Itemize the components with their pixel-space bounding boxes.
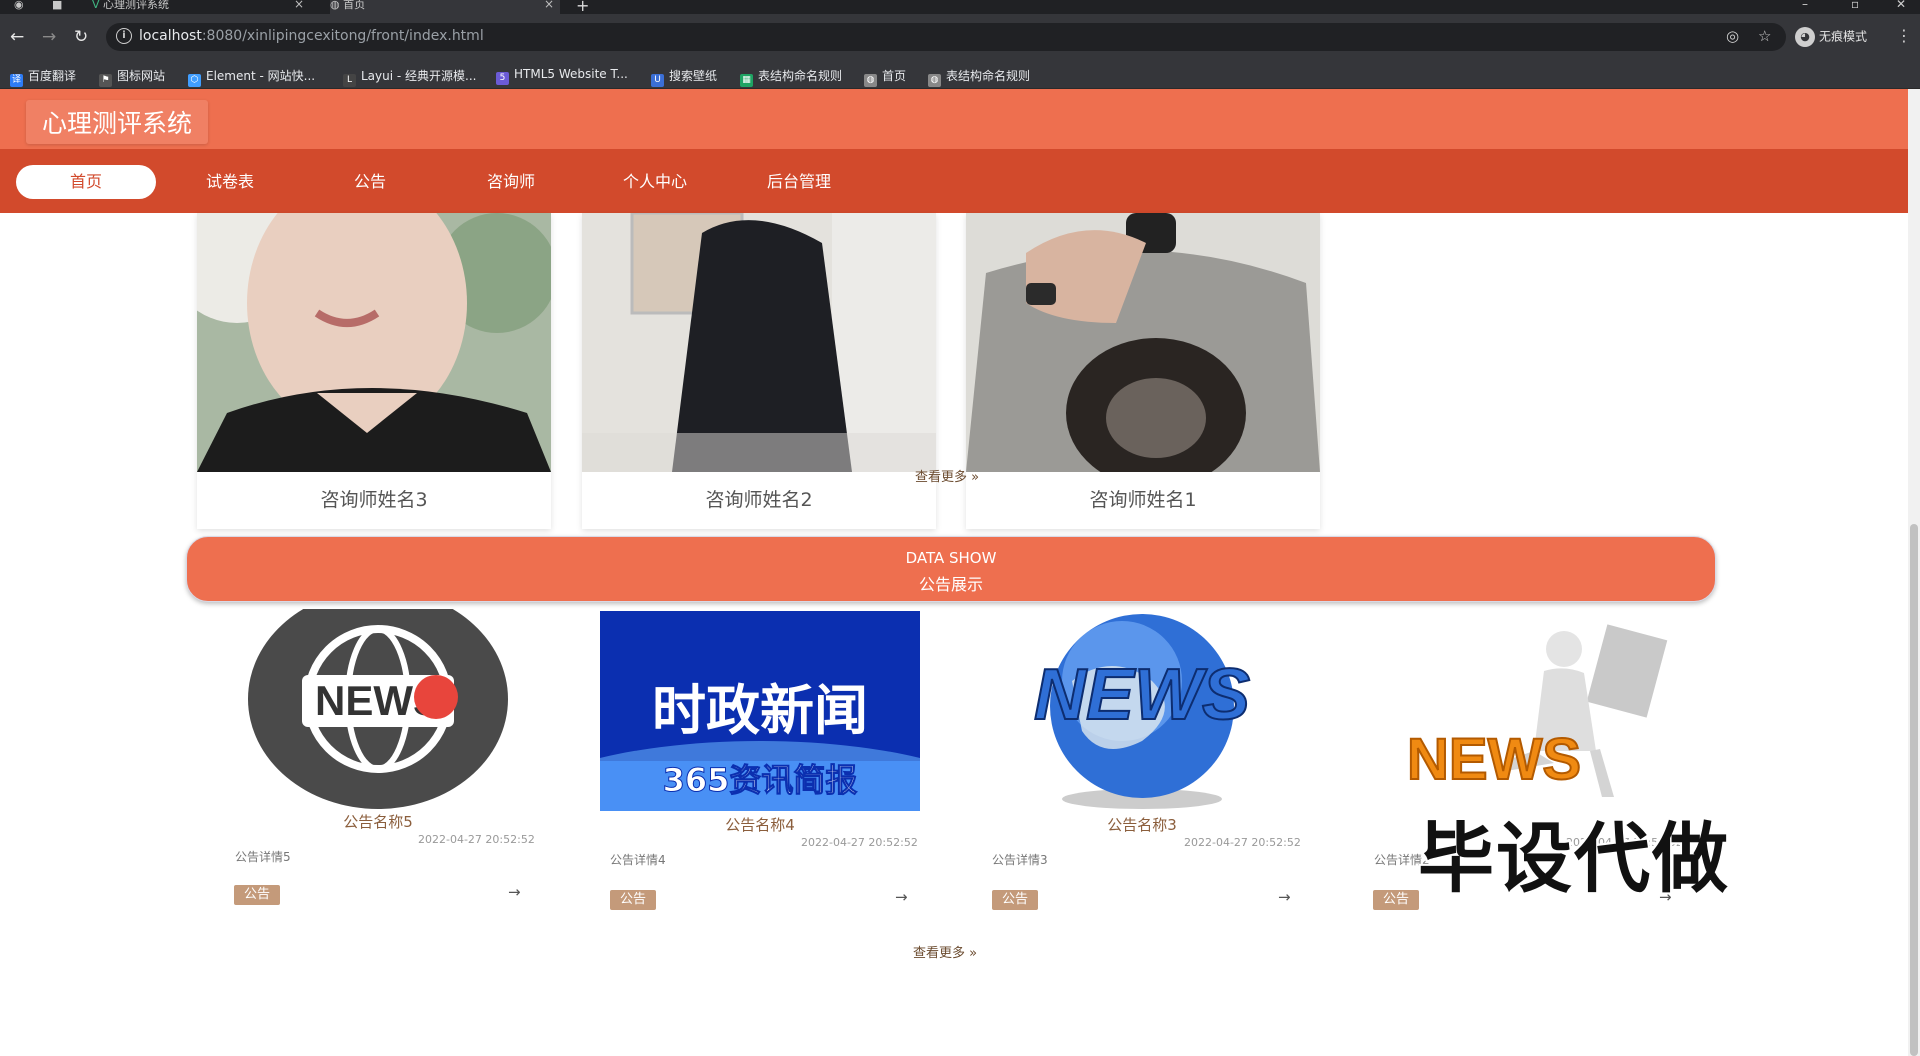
notice-detail: 公告详情3	[992, 853, 1048, 867]
notice-title[interactable]: 公告名称4	[600, 814, 920, 835]
view-more-notices[interactable]: 查看更多 »	[913, 942, 977, 961]
tab-psychology-system[interactable]: V 心理测评系统 ×	[92, 0, 310, 14]
globe-icon: ◍	[928, 74, 941, 87]
site-header: 心理测评系统	[0, 89, 1908, 149]
notice-image[interactable]: 时政新闻 365资讯简报	[600, 611, 920, 811]
tab-title: 首页	[343, 0, 366, 11]
data-show-banner: DATA SHOW 公告展示	[186, 536, 1716, 602]
globe-icon: ◍	[330, 0, 340, 11]
close-icon[interactable]: ×	[544, 0, 554, 10]
flag-icon: ⚑	[99, 74, 112, 87]
forward-button[interactable]: →	[42, 27, 56, 47]
maximize-icon[interactable]: ▫	[1851, 0, 1859, 11]
banner-title-zh: 公告展示	[918, 575, 983, 594]
notice-detail: 公告详情5	[235, 850, 291, 864]
nav-notices[interactable]: 公告	[300, 165, 440, 199]
bookmark-item[interactable]: ◍ 表结构命名规则	[928, 67, 1030, 87]
address-bar: ← → ↻ i localhost:8080/xinlipingcexitong…	[0, 14, 1920, 61]
page-scrollbar[interactable]	[1908, 89, 1920, 1056]
tab-icon[interactable]: ■	[52, 0, 68, 14]
bookmark-item[interactable]: 5 HTML5 Website T...	[496, 67, 628, 85]
bookmark-item[interactable]: U 搜索壁纸	[651, 67, 717, 87]
vue-icon: V	[92, 0, 100, 11]
counselor-photo[interactable]	[966, 213, 1320, 472]
notice-date: 2022-04-27 20:52:52	[418, 833, 535, 846]
notice-image[interactable]: NEWS	[1364, 611, 1684, 811]
notice-date: 2022-04-27 20:52:52	[1184, 836, 1301, 849]
notice-image[interactable]: NEWS	[982, 611, 1302, 811]
bookmark-item[interactable]: ⚑ 图标网站	[99, 67, 165, 87]
tab-home[interactable]: ◍ 首页 ×	[330, 0, 560, 14]
close-window-icon[interactable]: ✕	[1896, 0, 1906, 11]
tab-title: 心理测评系统	[103, 0, 170, 11]
view-more-counselors[interactable]: 查看更多 »	[915, 466, 979, 485]
html5-icon: 5	[496, 72, 509, 85]
notice-title[interactable]: 公告名称5	[218, 811, 538, 832]
counselor-card[interactable]: 咨询师姓名3	[197, 213, 551, 529]
site-nav: 首页 试卷表 公告 咨询师 个人中心 后台管理	[0, 149, 1908, 213]
nav-admin[interactable]: 后台管理	[729, 165, 869, 199]
counselor-name[interactable]: 咨询师姓名1	[966, 472, 1320, 529]
reload-button[interactable]: ↻	[74, 27, 88, 47]
watermark-overlay: 毕设代做	[1418, 814, 1730, 903]
new-tab-button[interactable]: +	[576, 0, 589, 15]
eye-off-icon[interactable]: ◎	[1726, 27, 1739, 45]
notice-image-subline: 365资讯简报	[663, 761, 858, 799]
wallpaper-icon: U	[651, 74, 664, 87]
back-button[interactable]: ←	[10, 27, 24, 47]
news-logo-text: NEWS	[1407, 727, 1581, 792]
star-icon[interactable]: ☆	[1758, 27, 1771, 45]
arrow-right-icon[interactable]: →	[1278, 888, 1291, 906]
counselor-card[interactable]: 咨询师姓名1	[966, 213, 1320, 529]
notice-title[interactable]: 公告名称3	[982, 814, 1302, 835]
notice-tag: 公告	[234, 885, 280, 905]
banner-title-en: DATA SHOW	[905, 549, 997, 567]
notice-tag: 公告	[610, 890, 656, 910]
counselor-name[interactable]: 咨询师姓名3	[197, 472, 551, 529]
counselor-card[interactable]: 咨询师姓名2	[582, 213, 936, 529]
browser-tabstrip: ◉ ■ V 心理测评系统 × ◍ 首页 × + – ▫ ✕	[0, 0, 1920, 15]
menu-icon[interactable]: ⋮	[1896, 26, 1912, 45]
incognito-icon: ◕	[1795, 27, 1815, 47]
incognito-indicator[interactable]: ◕ 无痕模式	[1795, 27, 1867, 47]
notice-date: 2022-04-27 20:52:52	[801, 836, 918, 849]
counselor-name[interactable]: 咨询师姓名2	[582, 472, 936, 529]
notice-tag: 公告	[992, 890, 1038, 910]
scrollbar-thumb[interactable]	[1910, 524, 1918, 1056]
bookmark-item[interactable]: ▦ 表结构命名规则	[740, 67, 842, 87]
nav-personal-center[interactable]: 个人中心	[585, 165, 725, 199]
site-title: 心理测评系统	[26, 100, 209, 144]
chrome-logo-icon: ◉	[14, 0, 24, 11]
layui-icon: L	[343, 74, 356, 87]
arrow-right-icon[interactable]: →	[508, 883, 521, 901]
bookmark-item[interactable]: 译百度翻译	[10, 67, 76, 87]
element-icon: ⬡	[188, 74, 201, 87]
globe-icon: ◍	[864, 74, 877, 87]
bookmark-item[interactable]: L Layui - 经典开源模...	[343, 67, 476, 87]
double-chevron-right-icon: »	[971, 470, 980, 485]
news-logo-text: NEWS	[1034, 655, 1250, 735]
notice-detail: 公告详情4	[610, 853, 666, 867]
page-viewport: 心理测评系统 首页 试卷表 公告 咨询师 个人中心 后台管理 咨询师姓名3 咨询…	[0, 89, 1920, 1056]
double-chevron-right-icon: »	[969, 946, 978, 961]
counselor-photo[interactable]	[197, 213, 551, 472]
url-input[interactable]: i localhost:8080/xinlipingcexitong/front…	[106, 23, 1786, 51]
nav-counselors[interactable]: 咨询师	[441, 165, 581, 199]
counselor-photo[interactable]	[582, 213, 936, 472]
sheet-icon: ▦	[740, 74, 753, 87]
bookmark-item[interactable]: ◍ 首页	[864, 67, 906, 87]
notice-image[interactable]: NEWS	[218, 609, 538, 809]
minimize-icon[interactable]: –	[1802, 0, 1808, 11]
nav-papers[interactable]: 试卷表	[160, 165, 300, 199]
notice-image-headline: 时政新闻	[652, 679, 868, 742]
nav-home[interactable]: 首页	[16, 165, 156, 199]
close-icon[interactable]: ×	[294, 0, 304, 10]
translate-icon: 译	[10, 74, 23, 87]
arrow-right-icon[interactable]: →	[895, 888, 908, 906]
bookmarks-bar: 译百度翻译 ⚑ 图标网站 ⬡ Element - 网站快... L Layui - 经…	[0, 61, 1920, 89]
notice-tag: 公告	[1373, 890, 1419, 910]
bookmark-item[interactable]: ⬡ Element - 网站快...	[188, 67, 315, 87]
info-icon[interactable]: i	[116, 28, 132, 44]
url-text[interactable]: localhost:8080/xinlipingcexitong/front/i…	[139, 28, 484, 44]
